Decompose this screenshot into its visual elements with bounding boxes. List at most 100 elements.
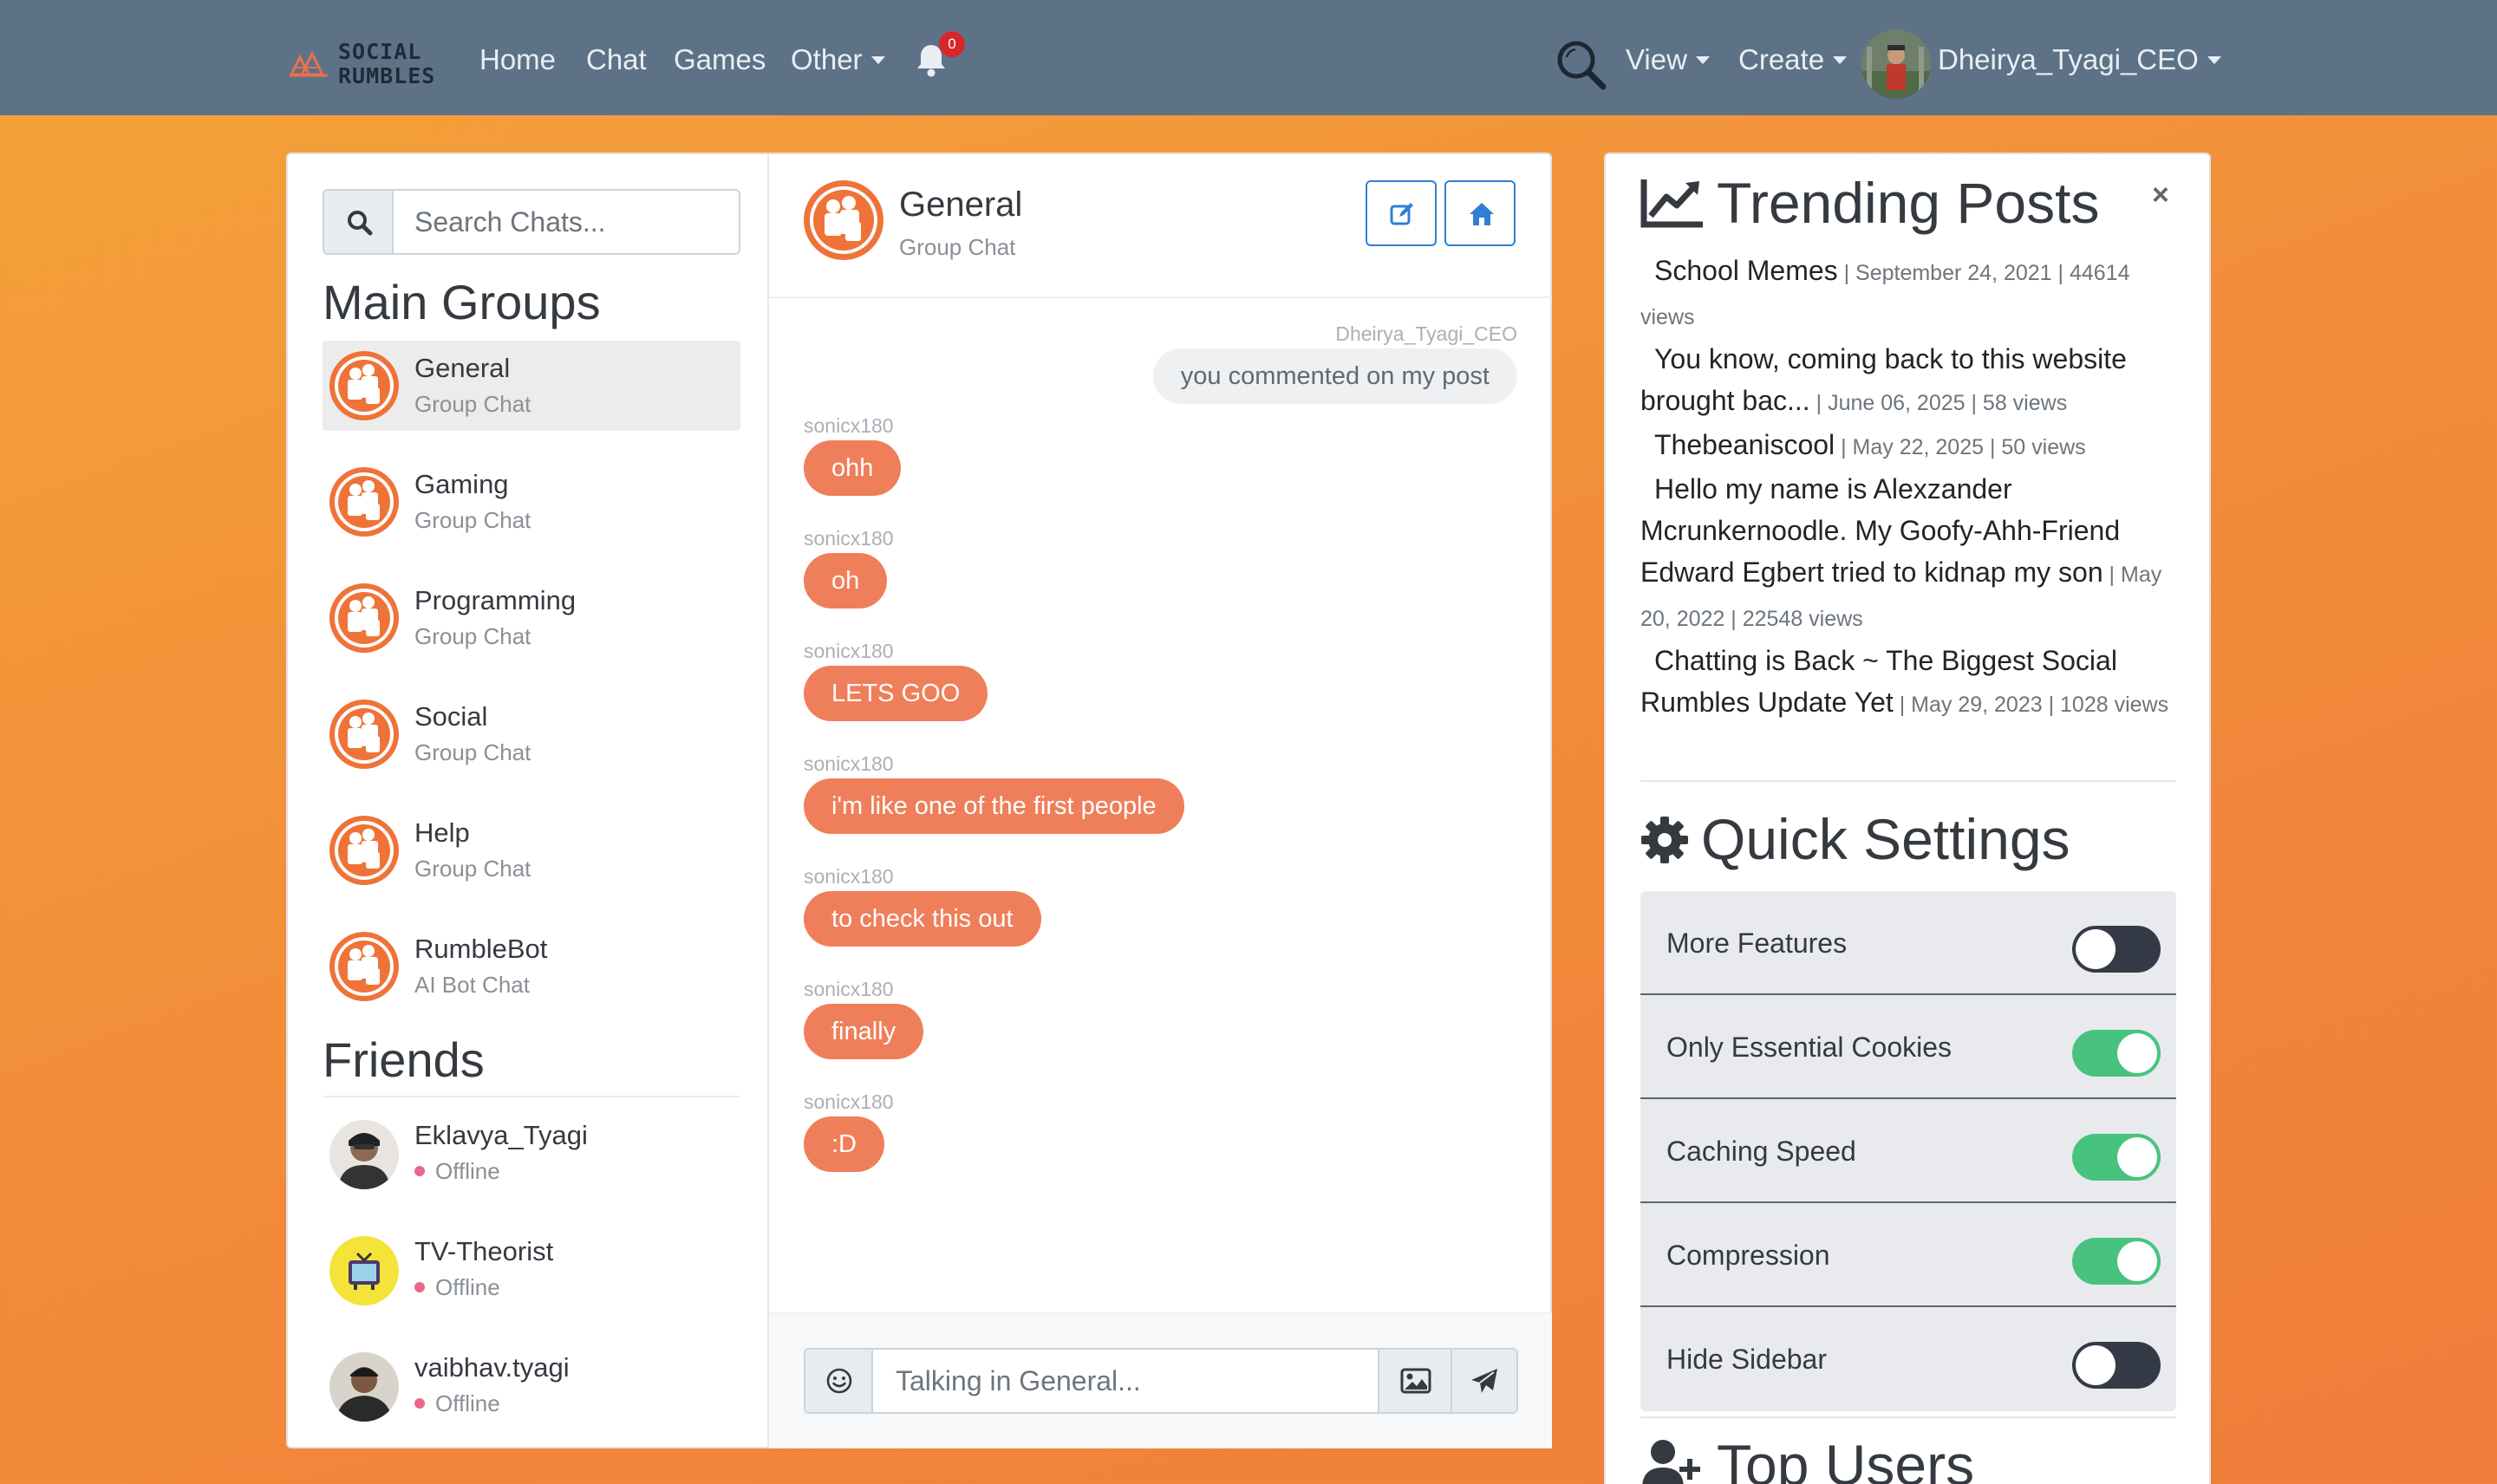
toggle-knob xyxy=(2076,929,2116,969)
search-icon xyxy=(348,211,373,236)
top-users-heading: Top Users xyxy=(1640,1432,1974,1484)
nav-home-link[interactable]: Home xyxy=(479,43,556,76)
user-avatar[interactable] xyxy=(1861,29,1931,99)
group-type: AI Bot Chat xyxy=(414,972,530,998)
group-chat-icon xyxy=(329,583,399,653)
status-dot-icon xyxy=(414,1166,425,1176)
caret-down-icon xyxy=(2207,56,2221,64)
received-message-bubble: finally xyxy=(804,1004,924,1059)
nav-games-link[interactable]: Games xyxy=(674,43,766,76)
message-composer xyxy=(769,1312,1552,1448)
group-chat-item-gaming[interactable]: Gaming Group Chat xyxy=(323,457,740,547)
group-chat-item-programming[interactable]: Programming Group Chat xyxy=(323,573,740,663)
search-addon[interactable] xyxy=(324,191,394,253)
logo-text-line1: SOCIAL xyxy=(338,39,422,64)
trending-post-item: Thebeaniscool | May 22, 2025 | 50 views xyxy=(1640,424,2178,468)
setting-label: Compression xyxy=(1666,1240,1830,1271)
trending-post-meta: | May 22, 2025 | 50 views xyxy=(1835,435,2086,459)
chat-sidebar: Main Groups General Group Chat Gaming Group… xyxy=(288,154,769,1447)
group-chat-icon xyxy=(329,700,399,769)
chat-search-group xyxy=(323,189,740,255)
setting-toggle-switch[interactable] xyxy=(2072,1134,2161,1181)
group-name: Gaming xyxy=(414,469,509,499)
friend-name: vaibhav.tyagi xyxy=(414,1352,570,1383)
friends-divider xyxy=(323,1096,740,1097)
setting-toggle-switch[interactable] xyxy=(2072,1342,2161,1389)
trending-post-link[interactable]: School Memes xyxy=(1640,255,1838,286)
toggle-knob xyxy=(2117,1137,2157,1177)
setting-row: Compression xyxy=(1640,1203,2176,1307)
nav-username-label: Dheirya_Tyagi_CEO xyxy=(1938,43,2199,75)
trending-post-item: Hello my name is Alexzander Mcrunkernood… xyxy=(1640,468,2178,640)
trending-posts-title: Trending Posts xyxy=(1717,171,2100,235)
quick-settings-title: Quick Settings xyxy=(1701,807,2070,871)
friend-status-text: Offline xyxy=(435,1274,500,1300)
message-input[interactable] xyxy=(875,1350,1378,1412)
search-chats-input[interactable] xyxy=(395,191,739,253)
settings-divider xyxy=(1640,1416,2176,1418)
message-author: sonicx180 xyxy=(804,1090,894,1113)
status-dot-icon xyxy=(414,1282,425,1292)
group-name: Programming xyxy=(414,585,577,615)
attach-image-button[interactable] xyxy=(1378,1350,1451,1412)
nav-chat-link[interactable]: Chat xyxy=(586,43,647,76)
quick-settings-list: More Features Only Essential Cookies Cachi… xyxy=(1640,891,2176,1411)
received-message-bubble: ohh xyxy=(804,440,902,496)
received-message-bubble: oh xyxy=(804,553,888,609)
setting-toggle-switch[interactable] xyxy=(2072,926,2161,973)
notification-count-badge: 0 xyxy=(939,31,965,57)
chat-subtitle: Group Chat xyxy=(899,234,1016,260)
top-navbar: SOCIAL RUMBLES Home Chat Games Other 0 V… xyxy=(0,0,2497,115)
compose-input-group xyxy=(804,1348,1518,1414)
search-icon[interactable] xyxy=(1555,38,1608,92)
nav-create-label: Create xyxy=(1738,43,1825,75)
nav-create-dropdown[interactable]: Create xyxy=(1738,43,1848,76)
group-chat-item-social[interactable]: Social Group Chat xyxy=(323,689,740,779)
sent-message-bubble: you commented on my post xyxy=(1152,348,1517,404)
group-name: Social xyxy=(414,701,488,732)
chat-panel: General Group Chat Dheirya_Tyagi_CEO you … xyxy=(769,154,1552,1448)
users-icon xyxy=(1642,1440,1700,1484)
group-chat-icon xyxy=(804,180,883,260)
chat-card: Main Groups General Group Chat Gaming Group… xyxy=(286,153,1552,1448)
home-button[interactable] xyxy=(1444,180,1516,246)
home-icon xyxy=(1470,203,1494,225)
trending-post-meta: | June 06, 2025 | 58 views xyxy=(1809,391,2068,415)
logo-text-line2: RUMBLES xyxy=(338,63,436,88)
trending-post-link[interactable]: Thebeaniscool xyxy=(1640,429,1835,460)
group-name: General xyxy=(414,353,511,383)
friend-status-text: Offline xyxy=(435,1390,500,1416)
emoji-button[interactable] xyxy=(805,1350,873,1412)
send-button[interactable] xyxy=(1451,1350,1516,1412)
message-author: sonicx180 xyxy=(804,752,894,775)
friend-item[interactable]: Eklavya_Tyagi Offline xyxy=(323,1108,740,1198)
trending-post-item: You know, coming back to this website br… xyxy=(1640,338,2178,424)
group-type: Group Chat xyxy=(414,623,531,649)
setting-toggle-switch[interactable] xyxy=(2072,1238,2161,1285)
message-author: sonicx180 xyxy=(804,865,894,888)
setting-row: Caching Speed xyxy=(1640,1099,2176,1203)
group-type: Group Chat xyxy=(414,739,531,765)
nav-other-dropdown[interactable]: Other xyxy=(791,43,885,76)
setting-toggle-switch[interactable] xyxy=(2072,1030,2161,1077)
trending-post-meta: | May 29, 2023 | 1028 views xyxy=(1893,693,2169,717)
nav-user-dropdown[interactable]: Dheirya_Tyagi_CEO xyxy=(1938,43,2221,76)
setting-row: Only Essential Cookies xyxy=(1640,995,2176,1099)
group-chat-item-general[interactable]: General Group Chat xyxy=(323,341,740,431)
social-rumbles-logo[interactable]: SOCIAL RUMBLES xyxy=(288,36,434,90)
nav-view-dropdown[interactable]: View xyxy=(1626,43,1710,76)
chart-line-icon xyxy=(1640,179,1703,228)
edit-button[interactable] xyxy=(1366,180,1437,246)
friend-avatar xyxy=(329,1120,399,1189)
status-dot-icon xyxy=(414,1398,425,1409)
group-chat-item-rumblebot[interactable]: RumbleBot AI Bot Chat xyxy=(323,921,740,1012)
setting-label: Hide Sidebar xyxy=(1666,1344,1827,1375)
friend-item[interactable]: TV-Theorist Offline xyxy=(323,1224,740,1314)
group-chat-item-help[interactable]: Help Group Chat xyxy=(323,805,740,895)
trending-post-link[interactable]: Hello my name is Alexzander Mcrunkernood… xyxy=(1640,473,2120,588)
friend-item[interactable]: vaibhav.tyagi Offline xyxy=(323,1340,740,1430)
setting-label: More Features xyxy=(1666,928,1848,959)
toggle-knob xyxy=(2076,1345,2116,1385)
close-trending-button[interactable]: × xyxy=(2152,179,2169,212)
messages-area[interactable]: Dheirya_Tyagi_CEO you commented on my pos… xyxy=(769,300,1552,1465)
